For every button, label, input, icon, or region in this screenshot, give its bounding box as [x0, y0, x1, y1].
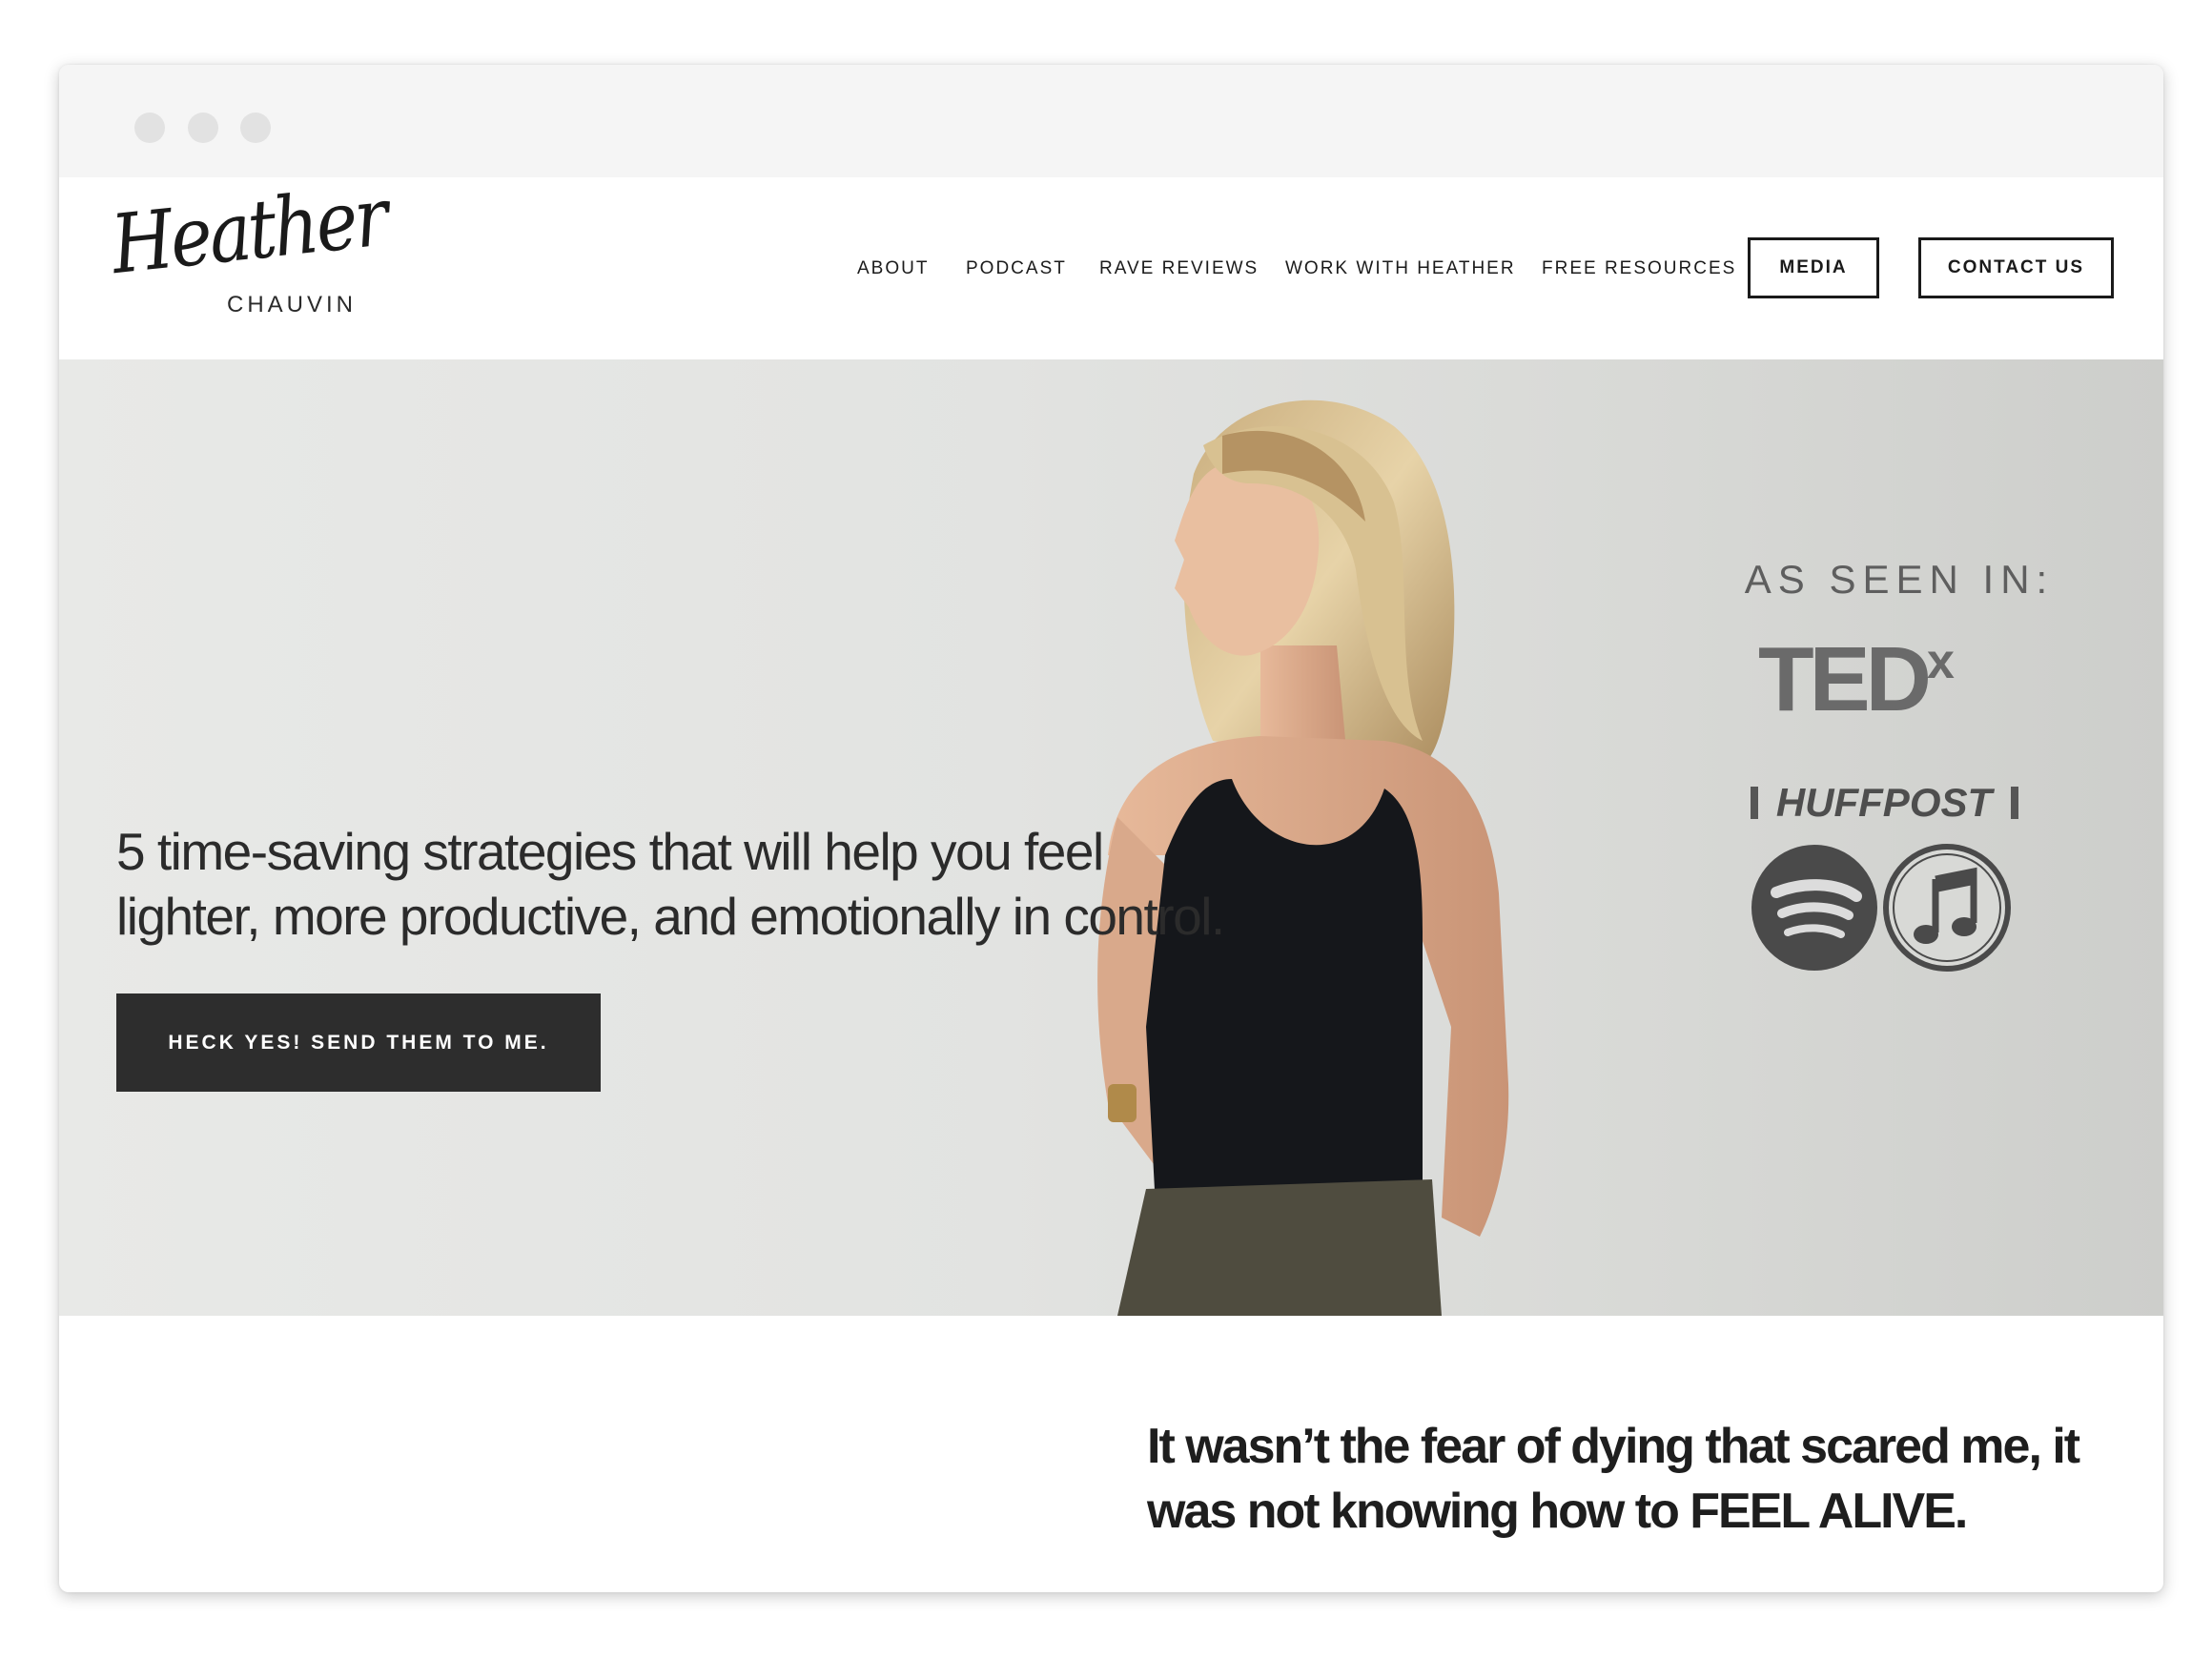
hero-headline-line2: lighter, more productive, and emotionall… [116, 887, 1225, 946]
as-seen-in-heading: AS SEEN IN: [1744, 557, 2055, 602]
huffpost-logo: HUFFPOST [1775, 780, 1993, 825]
nav-about[interactable]: ABOUT [857, 259, 929, 278]
tedx-logo: TEDx [1758, 634, 1955, 726]
quote-line2: was not knowing how to FEEL ALIVE. [1147, 1484, 1968, 1539]
window-dot-minimize[interactable] [188, 113, 218, 143]
spotify-icon [1751, 845, 1877, 971]
nav-rave-reviews[interactable]: RAVE REVIEWS [1099, 259, 1259, 278]
nav-work-with-heather[interactable]: WORK WITH HEATHER [1285, 259, 1516, 278]
send-strategies-button[interactable]: HECK YES! SEND THEM TO ME. [116, 993, 601, 1092]
huffpost-bar-left [1751, 787, 1758, 819]
media-button[interactable]: MEDIA [1748, 237, 1879, 298]
window-dot-maximize[interactable] [240, 113, 271, 143]
logo-sub-text: CHAUVIN [227, 292, 358, 317]
hero-headline-line1: 5 time-saving strategies that will help … [116, 822, 1104, 881]
contact-us-button[interactable]: CONTACT US [1918, 237, 2114, 298]
tedx-logo-text: TED [1758, 628, 1932, 730]
quote-line1: It wasn’t the fear of dying that scared … [1147, 1419, 2080, 1474]
nav-podcast[interactable]: PODCAST [966, 259, 1067, 278]
music-note-icon [1883, 844, 2011, 972]
nav-free-resources[interactable]: FREE RESOURCES [1542, 259, 1736, 278]
hero-headline: 5 time-saving strategies that will help … [116, 819, 1356, 949]
hero-section: 5 time-saving strategies that will help … [59, 359, 2163, 1316]
window-titlebar [59, 65, 2163, 177]
huffpost-bar-right [2011, 787, 2018, 819]
feel-alive-quote: It wasn’t the fear of dying that scared … [1147, 1414, 2139, 1544]
tedx-logo-sup: x [1927, 634, 1955, 689]
site-logo[interactable]: Heather CHAUVIN [107, 170, 402, 328]
window-dot-close[interactable] [134, 113, 165, 143]
